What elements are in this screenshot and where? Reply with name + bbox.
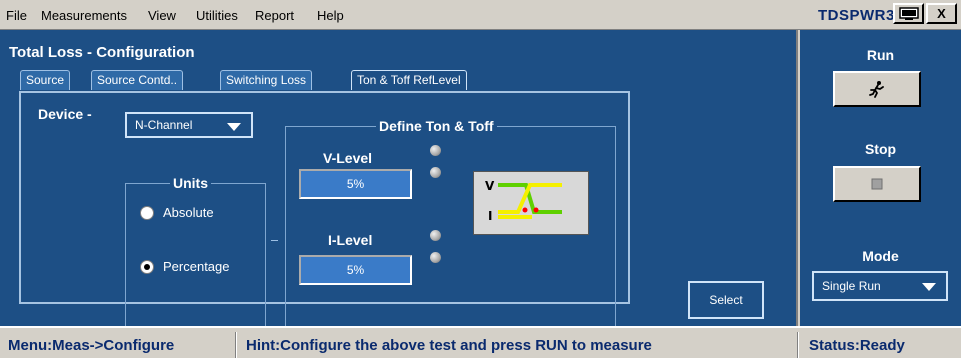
v-level-knob-down[interactable]: [430, 167, 441, 178]
stop-square-icon: [871, 178, 883, 190]
tab-source-contd[interactable]: Source Contd..: [91, 70, 184, 90]
status-state: Status:Ready: [809, 336, 905, 354]
connector-line: [271, 240, 278, 241]
stop-button[interactable]: [833, 166, 921, 202]
main-panel: Total Loss - Configuration Source Source…: [0, 30, 798, 329]
switching-waveform-diagram: V I: [473, 171, 589, 235]
define-ton-toff-label: Define Ton & Toff: [376, 118, 497, 134]
diagram-i-label: I: [488, 209, 492, 223]
chevron-down-icon: [227, 123, 241, 131]
v-level-knob-up[interactable]: [430, 145, 441, 156]
v-level-label: V-Level: [323, 150, 373, 166]
mode-dropdown[interactable]: Single Run: [812, 271, 948, 301]
radio-percentage[interactable]: Percentage: [140, 259, 230, 274]
close-button[interactable]: X: [926, 3, 957, 24]
status-bar: Menu:Meas->Configure Hint:Configure the …: [0, 326, 961, 358]
menu-help[interactable]: Help: [317, 8, 344, 23]
control-panel: Run Stop Mode Single Run: [800, 30, 961, 326]
device-label: Device -: [38, 106, 92, 122]
maximize-button[interactable]: [893, 3, 924, 24]
device-value: N-Channel: [135, 118, 193, 132]
menu-measurements[interactable]: Measurements: [41, 8, 127, 23]
status-divider: [235, 332, 237, 358]
select-button[interactable]: Select: [688, 281, 764, 319]
app-title: TDSPWR3: [818, 7, 895, 24]
menu-file[interactable]: File: [6, 8, 27, 23]
radio-percentage-label: Percentage: [163, 259, 230, 274]
radio-absolute-indicator: [140, 205, 154, 220]
device-dropdown[interactable]: N-Channel: [125, 112, 253, 138]
status-hint: Hint:Configure the above test and press …: [246, 336, 652, 354]
status-menu-path: Menu:Meas->Configure: [8, 336, 175, 354]
stop-label: Stop: [864, 141, 897, 157]
i-level-label: I-Level: [328, 232, 373, 248]
tab-source[interactable]: Source: [20, 70, 71, 90]
tab-ton-toff-reflevel[interactable]: Ton & Toff RefLevel: [351, 70, 467, 90]
menu-view[interactable]: View: [148, 8, 176, 23]
run-label: Run: [866, 47, 895, 63]
running-man-icon: [869, 81, 884, 98]
mode-value: Single Run: [822, 279, 881, 293]
menu-report[interactable]: Report: [255, 8, 294, 23]
i-level-knob-down[interactable]: [430, 252, 441, 263]
radio-absolute[interactable]: Absolute: [140, 205, 214, 220]
i-level-value: 5%: [346, 263, 365, 277]
diagram-v-label: V: [485, 179, 495, 193]
radio-absolute-label: Absolute: [163, 205, 214, 220]
waveform-icon: V I: [474, 172, 588, 234]
radio-percentage-indicator: [140, 259, 154, 274]
panel-title: Total Loss - Configuration: [9, 44, 195, 61]
tab-switching-loss[interactable]: Switching Loss: [220, 70, 313, 90]
v-level-value: 5%: [346, 177, 365, 191]
run-button[interactable]: [833, 71, 921, 107]
menu-bar: File Measurements View Utilities Report …: [0, 0, 961, 30]
mode-label: Mode: [862, 248, 899, 264]
monitor-icon: [898, 6, 919, 20]
menu-utilities[interactable]: Utilities: [196, 8, 238, 23]
v-level-field[interactable]: 5%: [299, 169, 412, 199]
i-level-knob-up[interactable]: [430, 230, 441, 241]
chevron-down-icon: [922, 283, 936, 291]
units-group-label: Units: [170, 175, 211, 191]
status-divider: [797, 332, 799, 358]
i-level-field[interactable]: 5%: [299, 255, 412, 285]
close-icon: X: [937, 6, 946, 21]
